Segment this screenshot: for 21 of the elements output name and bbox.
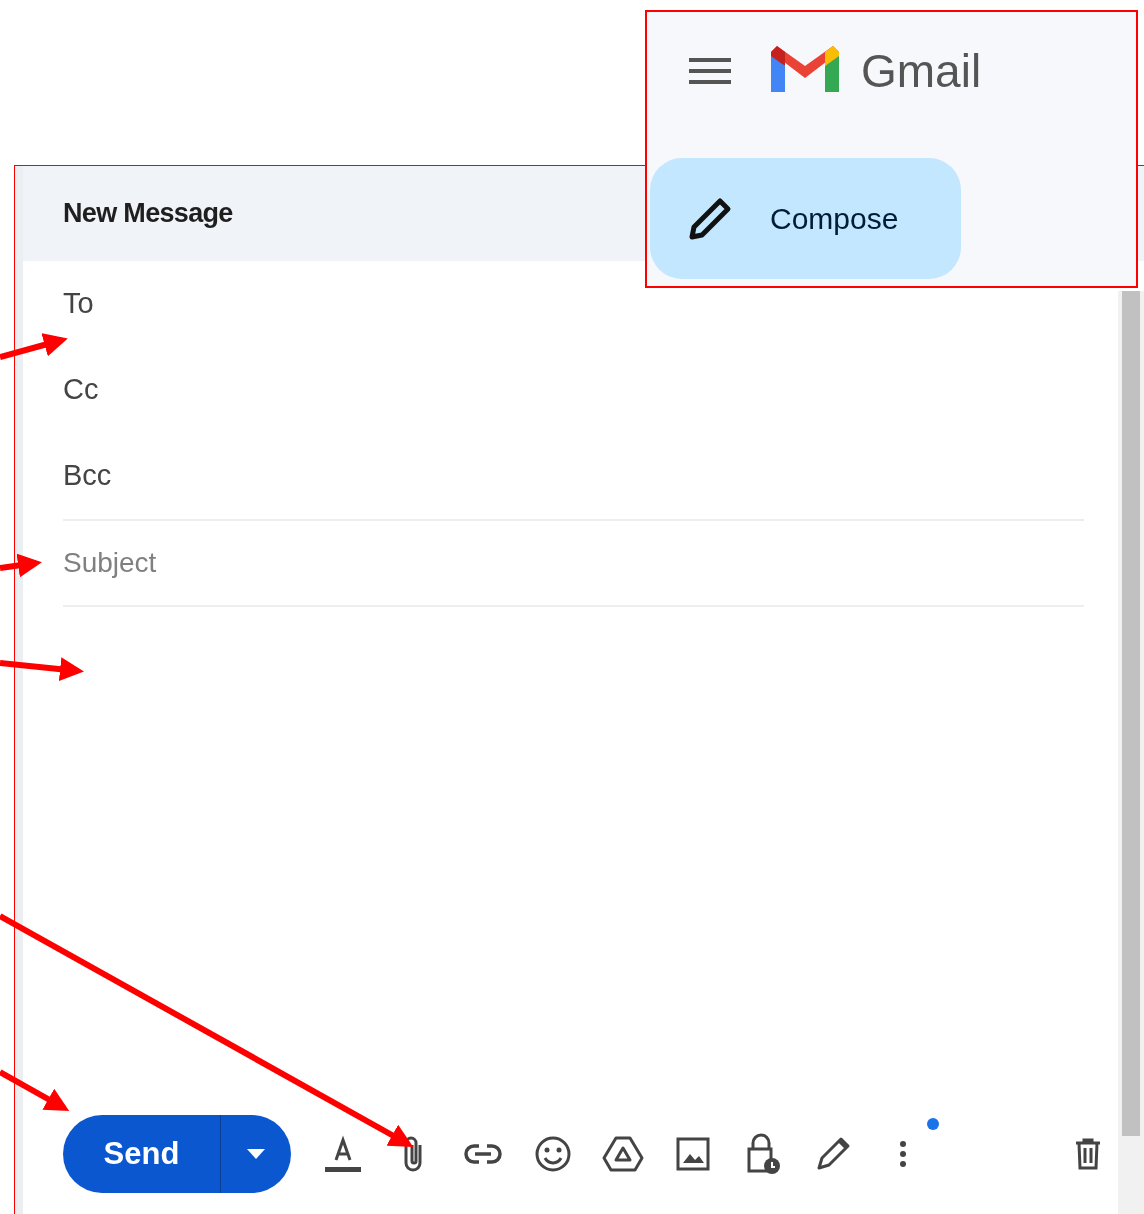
scrollbar[interactable] — [1118, 291, 1144, 1214]
pen-icon — [815, 1136, 851, 1172]
menu-icon — [689, 57, 731, 85]
app-name: Gmail — [861, 43, 982, 99]
pencil-icon — [688, 196, 732, 241]
triangle-icon — [602, 1136, 644, 1172]
subject-field[interactable]: Subject — [63, 519, 1084, 607]
image-icon — [676, 1137, 710, 1171]
link-icon — [464, 1143, 502, 1165]
lock-clock-icon — [745, 1133, 781, 1175]
text-color-icon — [324, 1134, 362, 1174]
more-icon — [899, 1140, 907, 1168]
trash-icon — [1075, 1138, 1101, 1170]
window-title: New Message — [63, 197, 233, 231]
caret-icon — [247, 1149, 265, 1159]
field-label[interactable]: Bcc — [63, 454, 112, 498]
compose-button[interactable]: Compose — [650, 158, 961, 279]
menu-button[interactable] — [689, 55, 733, 87]
field-label[interactable]: Cc — [63, 368, 99, 412]
field-label[interactable]: To — [63, 282, 94, 326]
smiley-icon — [534, 1135, 572, 1173]
